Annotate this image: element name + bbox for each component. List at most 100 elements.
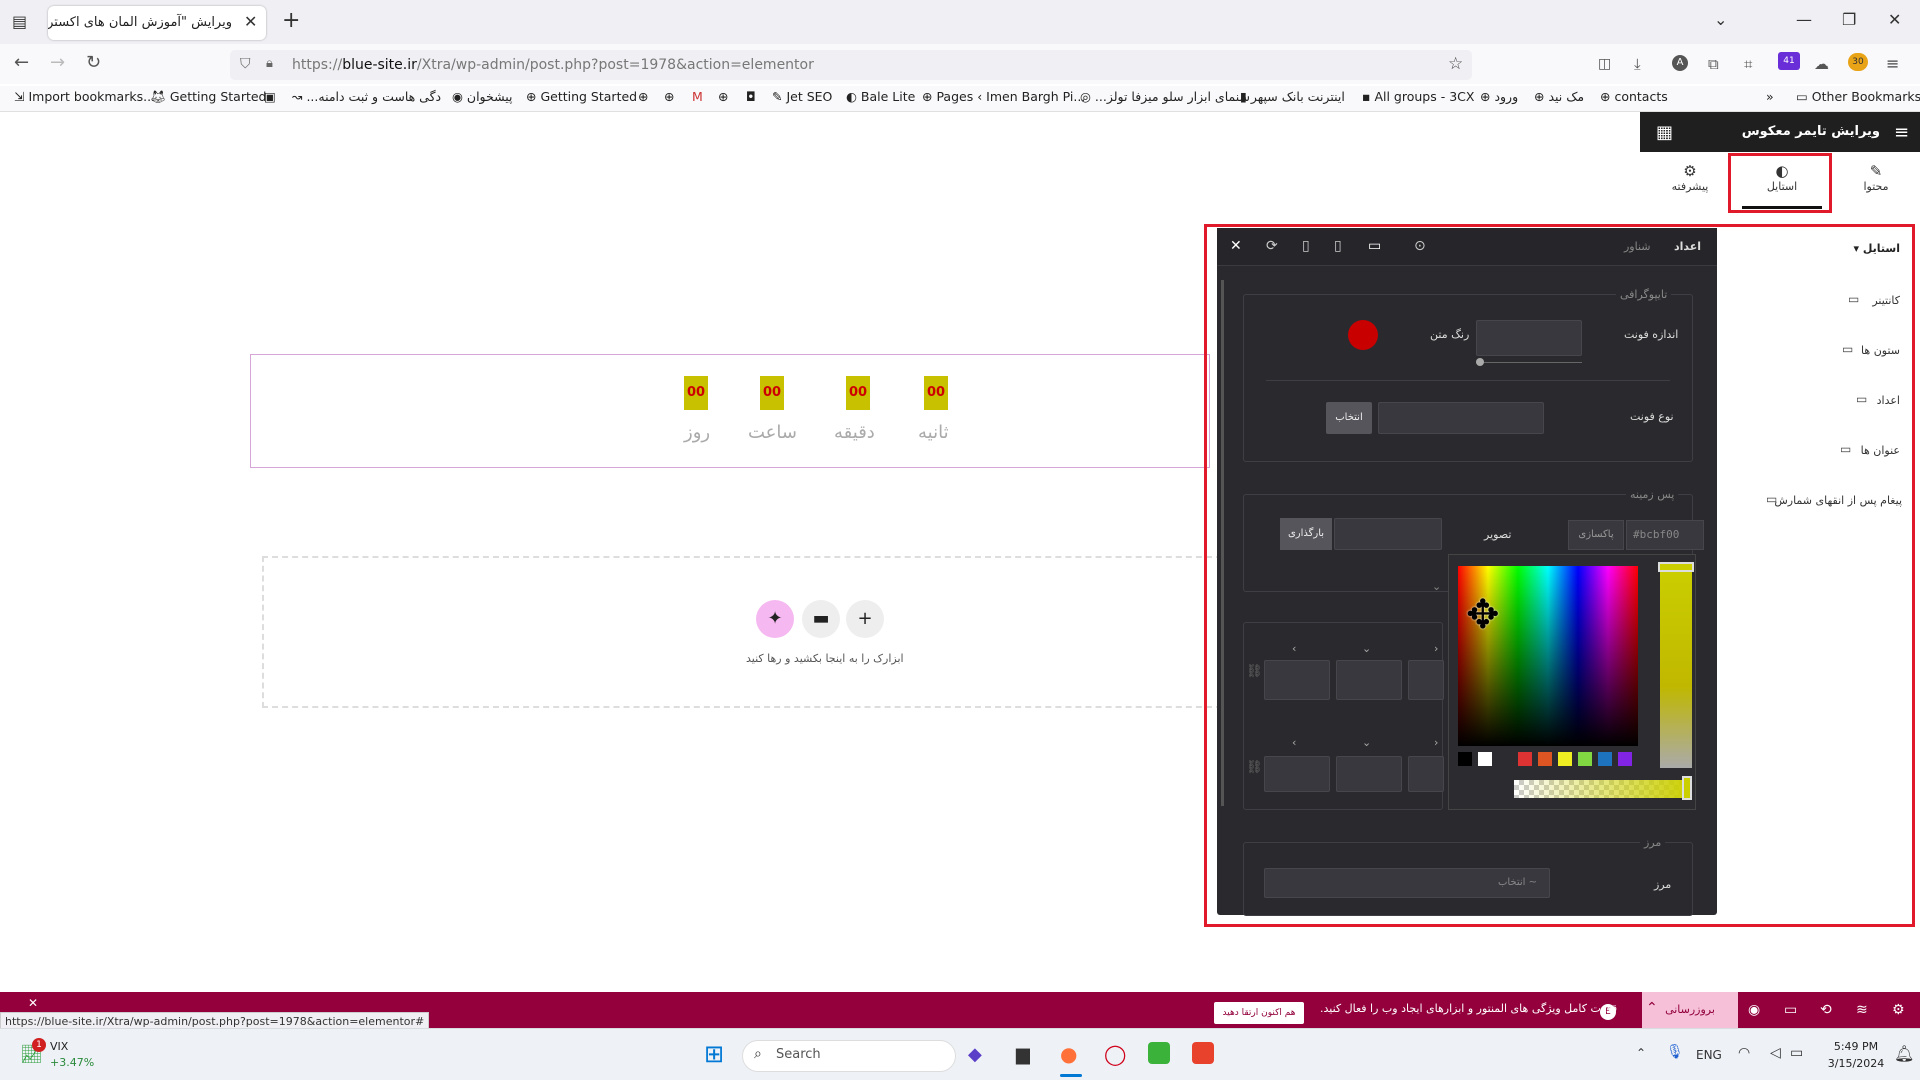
app-icon[interactable] [1192,1042,1214,1064]
tab-active[interactable]: ویرایش "آموزش المان های اکسترا – ما [48,6,266,40]
preset-swatch[interactable] [1578,752,1592,766]
font-size-slider[interactable] [1476,362,1582,363]
link-icon[interactable]: ⛓ [1246,664,1263,679]
tab-numbers[interactable]: اعداد [1674,240,1701,253]
url-text[interactable]: https://blue-site.ir/Xtra/wp-admin/post.… [292,57,814,73]
mobile-device-icon[interactable]: ▯ [1302,238,1310,254]
tab-content[interactable]: ✎ محتوا [1836,162,1916,193]
account-icon[interactable]: A [1672,55,1688,71]
microphone-icon[interactable]: 🎙︎ [1666,1044,1684,1060]
hamburger-icon[interactable]: ≡ [1894,122,1909,143]
bookmark-item[interactable]: ⊕ Pages ‹ Imen Bargh Pi... [922,89,1085,104]
reload-icon[interactable]: ↻ [86,52,101,73]
bookmark-folder-icon[interactable]: ▣ [264,89,276,104]
font-size-input[interactable] [1476,320,1582,356]
forward-icon[interactable]: → [50,52,65,73]
notification-icon[interactable]: 🔔︎ [1894,1044,1914,1063]
upgrade-button[interactable]: هم اکنون ارتقا دهید [1214,1002,1304,1024]
add-section-button[interactable]: + [846,600,884,638]
padding-input[interactable] [1336,756,1402,792]
chevron-left-icon[interactable]: ‹ [1292,736,1296,749]
download-icon[interactable]: ⤓ [1634,55,1641,73]
globe-icon[interactable]: ⊕ [664,89,674,104]
bookmark-item[interactable]: ⊕ Getting Started [526,89,637,104]
chevron-right-icon[interactable]: › [1434,736,1438,749]
volume-icon[interactable]: ◁ [1770,1045,1781,1061]
margin-input[interactable] [1264,660,1330,700]
close-tab-icon[interactable]: ✕ [244,12,257,31]
panel-scrollbar[interactable] [1221,280,1224,806]
new-tab-icon[interactable]: + [282,8,300,33]
hue-handle[interactable] [1658,562,1694,572]
preview-eye-icon[interactable]: ◉ [1748,1002,1760,1018]
extension-badge[interactable]: 41 [1778,52,1800,70]
battery-icon[interactable]: ▭ [1790,1045,1803,1061]
text-color-swatch[interactable] [1348,320,1378,350]
opera-icon[interactable]: ◯ [1104,1042,1126,1066]
layers-icon[interactable]: ≋ [1856,1002,1868,1018]
app-icon[interactable] [1148,1042,1170,1064]
tab-advanced[interactable]: ⚙ پیشرفته [1650,162,1730,193]
chevron-down-icon[interactable]: ⌄ [1432,580,1441,593]
star-icon[interactable]: ☆ [1448,54,1463,74]
preset-swatch[interactable] [1498,752,1512,766]
grid-icon[interactable]: ▦ [1656,122,1673,143]
bookmarks-overflow-icon[interactable]: » [1766,89,1774,104]
bookmark-item[interactable]: ⊕ ورود [1480,89,1518,104]
windows-start-icon[interactable]: ⊞ [704,1040,724,1068]
image-url-input[interactable] [1334,518,1442,550]
preset-swatch[interactable] [1458,752,1472,766]
choose-font-button[interactable]: انتخاب [1326,402,1372,434]
alpha-handle[interactable] [1682,776,1692,800]
hex-color-input[interactable]: #bcbf00 [1626,520,1704,550]
cloud-icon[interactable]: ☁ [1814,55,1829,73]
preset-swatch[interactable] [1558,752,1572,766]
chevron-down-icon[interactable]: ⌄ [1362,642,1371,655]
tab-overflow-icon[interactable]: ⌄ [1714,10,1727,29]
link-icon[interactable]: ⛓ [1246,760,1263,775]
padding-input[interactable] [1408,756,1444,792]
language-indicator[interactable]: ENG [1696,1048,1722,1062]
margin-input[interactable] [1336,660,1402,700]
padding-input[interactable] [1264,756,1330,792]
alpha-slider[interactable] [1514,780,1692,798]
bookmark-item[interactable]: ⊕ مک نید [1534,89,1584,104]
tab-float[interactable]: شناور [1624,240,1651,253]
bookmark-item[interactable]: ▪ All groups - 3CX [1362,89,1474,104]
chevron-up-icon[interactable]: ⌃ [1636,1046,1646,1060]
copilot-icon[interactable]: ◆ [968,1044,982,1065]
file-explorer-icon[interactable]: ▆ [1016,1044,1030,1065]
history-icon[interactable]: ⟲ [1820,1002,1832,1018]
extensions-icon[interactable]: ⧉ [1708,55,1719,73]
bookmark-item[interactable]: ↝ ...دگی هاست و ثبت دامنه [292,89,441,104]
restore-icon[interactable]: ❐ [1842,10,1856,29]
preset-swatch[interactable] [1598,752,1612,766]
close-bar-icon[interactable]: ✕ [28,996,38,1010]
extension-counter[interactable]: 30 [1848,53,1868,71]
pocket-icon[interactable]: ◫ [1598,56,1611,72]
wifi-icon[interactable]: ◠ [1738,1045,1750,1061]
toggle-icon[interactable]: ⊙ [1414,238,1426,254]
app-menu-icon[interactable]: ≡ [1886,54,1899,73]
settings-icon[interactable]: ⚙ [1892,1002,1905,1018]
font-family-input[interactable] [1378,402,1544,434]
countdown-widget[interactable] [250,354,1210,468]
minimize-icon[interactable]: — [1796,10,1812,29]
chevron-left-icon[interactable]: ‹ [1292,642,1296,655]
drop-zone[interactable] [262,556,1222,708]
shield-icon[interactable]: ⛉ [240,56,251,72]
preset-swatch[interactable] [1538,752,1552,766]
template-folder-button[interactable]: ▬ [802,600,840,638]
margin-input[interactable] [1408,660,1444,700]
clear-color-button[interactable]: پاکسازی [1568,520,1624,550]
hue-slider[interactable] [1660,564,1692,768]
back-icon[interactable]: ← [14,52,29,73]
globe-icon[interactable]: ⊕ [718,89,728,104]
bookmark-item[interactable]: ◎ ...سنمای ابزار سلو میزفا تولز [1080,89,1250,104]
bookmark-item[interactable]: 🦊︎ Getting Started [150,89,267,105]
gmail-icon[interactable]: M [692,89,703,104]
preset-swatch[interactable] [1478,752,1492,766]
border-select[interactable]: انتخاب ~ [1264,868,1550,898]
tab-list-icon[interactable]: ▤ [12,12,27,31]
chevron-down-icon[interactable]: ⌄ [1362,736,1371,749]
